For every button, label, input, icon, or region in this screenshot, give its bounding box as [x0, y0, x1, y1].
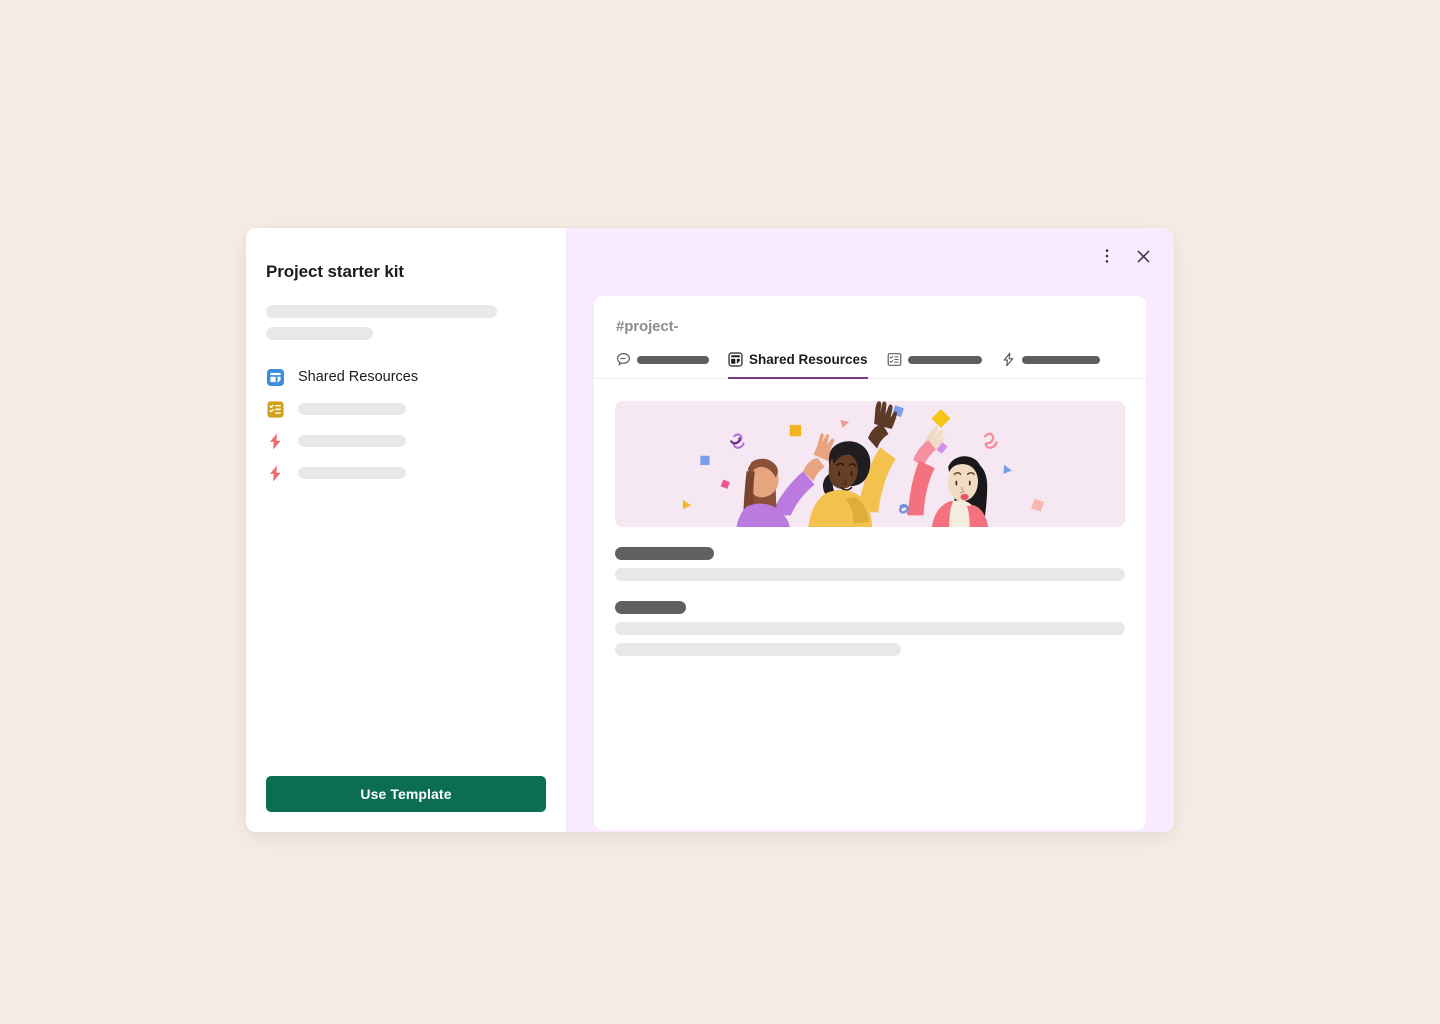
- canvas-text-placeholder-group: [615, 601, 1125, 656]
- tab-lists[interactable]: [887, 349, 982, 379]
- preview-pane-actions: [1093, 242, 1157, 270]
- close-icon: [1137, 250, 1149, 262]
- tab-workflows[interactable]: [1001, 349, 1100, 379]
- placeholder-heading: [615, 601, 686, 614]
- canvas-icon: [728, 352, 743, 367]
- messages-icon: [616, 352, 631, 367]
- list-icon: [887, 352, 902, 367]
- workflow-bolt-icon: [266, 464, 285, 483]
- canvas-icon: [266, 368, 285, 387]
- list-item-label-placeholder: [298, 403, 406, 415]
- tab-label-placeholder: [907, 355, 982, 364]
- list-item-label: Shared Resources: [298, 369, 419, 385]
- tab-label: Shared Resources: [749, 352, 868, 367]
- tab-messages[interactable]: [616, 349, 709, 379]
- celebration-high-five-illustration: [615, 401, 1125, 527]
- use-template-button[interactable]: Use Template: [266, 776, 546, 812]
- description-placeholder: [266, 305, 546, 340]
- checklist-icon: [266, 400, 285, 419]
- workflow-bolt-icon: [266, 432, 285, 451]
- page-title: Project starter kit: [266, 262, 404, 281]
- list-item-label-placeholder: [298, 435, 406, 447]
- canvas-text-placeholder-group: [615, 547, 1125, 581]
- list-item[interactable]: [266, 426, 546, 456]
- placeholder-line: [615, 568, 1125, 581]
- placeholder-line: [266, 305, 497, 318]
- more-options-icon: [1105, 249, 1109, 263]
- channel-tabbar: Shared Resources: [594, 335, 1146, 379]
- placeholder-line: [615, 643, 901, 656]
- channel-preview-card: #project- Shared Resources: [594, 296, 1146, 830]
- channel-name: #project-: [616, 318, 679, 335]
- list-item-label-placeholder: [298, 467, 406, 479]
- workflow-bolt-icon: [1001, 352, 1016, 367]
- tab-label-placeholder: [1021, 355, 1100, 364]
- template-item-list: Shared Resources: [266, 362, 546, 488]
- template-preview-modal: Project starter kit Shared Resources Use…: [246, 228, 1174, 832]
- placeholder-heading: [615, 547, 714, 560]
- close-button[interactable]: [1129, 242, 1157, 270]
- canvas-body: [594, 379, 1146, 656]
- placeholder-line: [266, 327, 373, 340]
- tab-label-placeholder: [637, 355, 709, 364]
- more-options-button[interactable]: [1093, 242, 1121, 270]
- list-item[interactable]: [266, 394, 546, 424]
- list-item[interactable]: Shared Resources: [266, 362, 546, 392]
- list-item[interactable]: [266, 458, 546, 488]
- template-details-pane: Project starter kit Shared Resources Use…: [246, 228, 566, 832]
- placeholder-line: [615, 622, 1125, 635]
- tab-shared-resources[interactable]: Shared Resources: [728, 349, 868, 379]
- template-preview-pane: #project- Shared Resources: [566, 228, 1174, 832]
